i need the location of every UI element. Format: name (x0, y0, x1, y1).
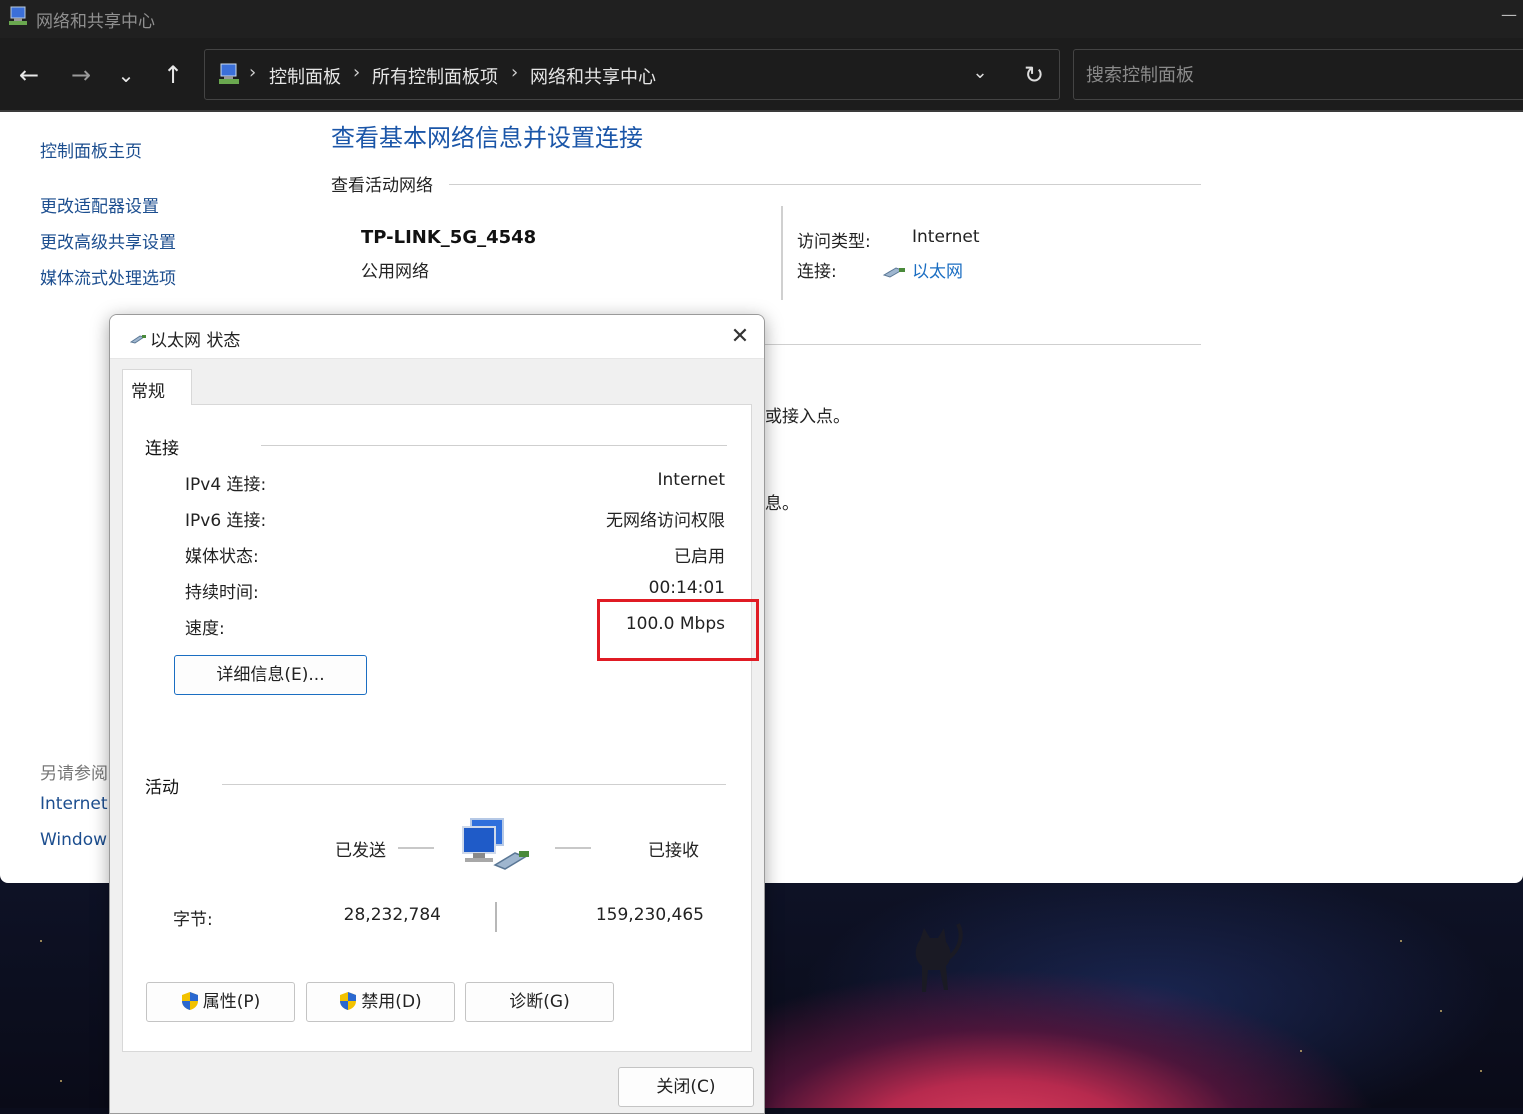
wallpaper-star (1480, 1070, 1482, 1072)
bytes-sent-value: 28,232,784 (343, 905, 441, 925)
see-also-link-internet[interactable]: Internet (40, 794, 108, 814)
active-networks-heading: 查看活动网络 (331, 176, 433, 196)
network-computers-icon (462, 818, 529, 870)
ipv6-value: 无网络访问权限 (606, 511, 725, 531)
partial-text: 或接入点。 (765, 407, 850, 427)
section-divider (449, 184, 1201, 185)
dialog-title-bar: 以太网 状态 ✕ (110, 315, 764, 359)
duration-value: 00:14:01 (648, 578, 725, 598)
partial-text: 息。 (765, 494, 799, 514)
bytes-label: 字节: (173, 910, 213, 930)
tab-general[interactable]: 常规 (122, 369, 192, 405)
diagnose-button[interactable]: 诊断(G) (465, 982, 614, 1022)
ipv4-label: IPv4 连接: (185, 475, 267, 495)
control-panel-icon (219, 63, 239, 84)
address-bar[interactable]: › 控制面板 › 所有控制面板项 › 网络和共享中心 ⌄ ↻ (204, 49, 1060, 100)
sidebar-link-media-streaming[interactable]: 媒体流式处理选项 (40, 264, 176, 289)
duration-label: 持续时间: (185, 583, 259, 603)
ethernet-cable-icon (882, 267, 905, 278)
refresh-icon[interactable]: ↻ (1019, 60, 1049, 90)
see-also-heading: 另请参阅 (40, 764, 108, 784)
sent-label: 已发送 (335, 841, 386, 861)
wallpaper-star (40, 940, 42, 942)
media-state-label: 媒体状态: (185, 547, 259, 567)
sent-line (398, 847, 434, 849)
title-bar: 网络和共享中心 — (0, 0, 1523, 38)
properties-button-label: 属性(P) (202, 992, 261, 1012)
navigation-bar: ← → ⌄ ↑ › 控制面板 › 所有控制面板项 › 网络和共享中心 ⌄ ↻ (0, 38, 1523, 112)
close-dialog-button[interactable]: 关闭(C) (618, 1067, 754, 1107)
sidebar-link-adapter-settings[interactable]: 更改适配器设置 (40, 192, 159, 217)
network-name: TP-LINK_5G_4548 (361, 227, 537, 248)
received-label: 已接收 (648, 841, 699, 861)
media-state-value: 已启用 (674, 547, 725, 567)
ipv6-label: IPv6 连接: (185, 511, 267, 531)
breadcrumb-separator-icon: › (353, 62, 361, 83)
page-title: 查看基本网络信息并设置连接 (331, 124, 643, 152)
see-also-link-windows[interactable]: Window (40, 830, 107, 850)
sidebar-link-home[interactable]: 控制面板主页 (40, 137, 142, 162)
connection-section-heading: 连接 (145, 439, 179, 459)
breadcrumb-separator-icon: › (249, 62, 257, 83)
minimize-button[interactable]: — (1495, 0, 1523, 30)
ipv4-value: Internet (657, 470, 725, 490)
ethernet-status-dialog: 以太网 状态 ✕ 连接 IPv4 连接: Internet IPv6 连接: 无… (109, 314, 765, 1114)
vertical-divider (781, 206, 783, 300)
breadcrumb-separator-icon: › (511, 62, 519, 83)
uac-shield-icon (181, 992, 198, 1010)
received-line (555, 847, 591, 849)
wallpaper-star (60, 1080, 62, 1082)
breadcrumb-network-center[interactable]: 网络和共享中心 (530, 63, 656, 89)
access-type-label: 访问类型: (797, 232, 871, 252)
breadcrumb-control-panel[interactable]: 控制面板 (269, 63, 341, 89)
activity-section-heading: 活动 (145, 778, 179, 798)
address-dropdown-chevron-icon[interactable]: ⌄ (967, 62, 993, 88)
cat-silhouette-icon (915, 923, 963, 992)
forward-arrow-icon[interactable]: → (66, 60, 96, 90)
general-tab-panel: 连接 IPv4 连接: Internet IPv6 连接: 无网络访问权限 媒体… (122, 404, 759, 1052)
close-icon[interactable]: ✕ (724, 323, 756, 351)
speed-highlight-box (597, 599, 759, 661)
dialog-title: 以太网 状态 (150, 331, 241, 351)
section-divider (222, 784, 726, 785)
search-box (1073, 49, 1523, 100)
bytes-separator (495, 902, 497, 932)
wallpaper-star (1300, 1050, 1302, 1052)
disable-button[interactable]: 禁用(D) (306, 982, 455, 1022)
window-title: 网络和共享中心 (36, 12, 155, 32)
up-arrow-icon[interactable]: ↑ (158, 60, 188, 90)
connection-label: 连接: (797, 262, 837, 282)
search-input[interactable] (1084, 63, 1484, 87)
network-type-link[interactable]: 公用网络 (361, 257, 429, 282)
section-divider (261, 445, 727, 446)
uac-shield-icon (340, 992, 357, 1010)
details-button[interactable]: 详细信息(E)... (174, 655, 367, 695)
section-divider (765, 344, 1201, 345)
network-center-icon (9, 6, 27, 25)
access-type-value: Internet (912, 227, 980, 247)
bytes-received-value: 159,230,465 (595, 905, 704, 925)
sidebar-link-advanced-sharing[interactable]: 更改高级共享设置 (40, 228, 176, 253)
recent-locations-chevron-icon[interactable]: ⌄ (111, 60, 141, 90)
ethernet-cable-icon (130, 335, 146, 344)
disable-button-label: 禁用(D) (361, 992, 422, 1012)
back-arrow-icon[interactable]: ← (14, 60, 44, 90)
ethernet-connection-label: 以太网 (912, 262, 963, 282)
speed-label: 速度: (185, 619, 225, 639)
wallpaper-star (1440, 1010, 1442, 1012)
breadcrumb-all-items[interactable]: 所有控制面板项 (372, 63, 498, 89)
ethernet-connection-link[interactable]: 以太网 (882, 257, 963, 282)
wallpaper-star (1400, 940, 1402, 942)
properties-button[interactable]: 属性(P) (146, 982, 295, 1022)
